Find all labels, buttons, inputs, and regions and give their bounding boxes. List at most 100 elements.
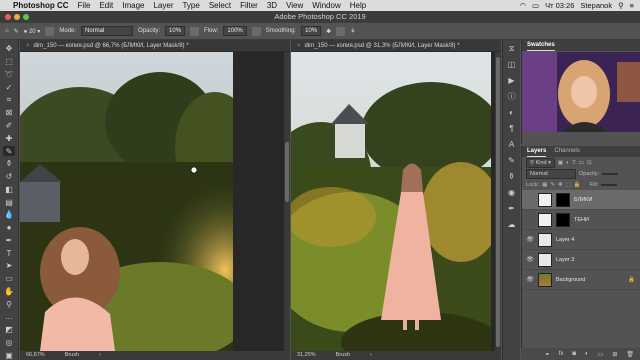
user-name[interactable]: Stepanok bbox=[580, 1, 612, 10]
menu-type[interactable]: Type bbox=[182, 1, 199, 10]
eyedropper-tool-icon[interactable]: ✐ bbox=[3, 121, 15, 131]
app-menu[interactable]: Photoshop CC bbox=[13, 1, 69, 10]
close-tab-icon[interactable]: × bbox=[297, 43, 301, 49]
right-vertical-scrollbar[interactable] bbox=[495, 52, 501, 351]
stamp-tool-icon[interactable]: ⚱ bbox=[3, 159, 15, 169]
menu-image[interactable]: Image bbox=[122, 1, 144, 10]
eye-icon[interactable]: 👁 bbox=[526, 236, 534, 243]
lock-all-icon[interactable]: 🔒 bbox=[574, 182, 581, 188]
right-zoom-level[interactable]: 31,25% bbox=[297, 351, 316, 360]
menu-filter[interactable]: Filter bbox=[240, 1, 258, 10]
lasso-tool-icon[interactable]: ➰ bbox=[3, 70, 15, 80]
screen-mode-icon[interactable]: ▣ bbox=[3, 350, 15, 360]
tab-layers[interactable]: Layers bbox=[527, 146, 547, 157]
adjustment-icon[interactable]: ◐ bbox=[585, 351, 589, 357]
quick-mask-icon[interactable]: ◎ bbox=[3, 338, 15, 348]
brushes-panel-icon[interactable]: ✎ bbox=[507, 156, 517, 166]
layer-row-layer-3[interactable]: 👁 Layer 3 bbox=[522, 250, 640, 270]
layer-opacity-input[interactable] bbox=[602, 172, 619, 175]
menu-window[interactable]: Window bbox=[312, 1, 340, 10]
color-swatches-icon[interactable]: ◩ bbox=[3, 325, 15, 335]
close-window-button[interactable] bbox=[5, 14, 11, 20]
zoom-tool-icon[interactable]: ⚲ bbox=[3, 299, 15, 309]
airbrush-icon[interactable] bbox=[251, 26, 261, 36]
symmetry-icon[interactable]: ⚘ bbox=[350, 28, 355, 35]
new-layer-icon[interactable]: ⊞ bbox=[612, 351, 617, 358]
brush-preset-picker[interactable]: ● 20 ▾ bbox=[24, 28, 41, 35]
properties-panel-icon[interactable]: ◫ bbox=[507, 60, 517, 70]
color-panel-icon[interactable]: ◉ bbox=[507, 188, 517, 198]
lock-move-icon[interactable]: ✥ bbox=[558, 182, 563, 188]
history-brush-tool-icon[interactable]: ↺ bbox=[3, 172, 15, 182]
layer-name[interactable]: Background bbox=[556, 277, 585, 283]
history-panel-icon[interactable]: ⧖ bbox=[507, 44, 517, 54]
lock-brush-icon[interactable]: ✎ bbox=[550, 182, 555, 188]
layer-name[interactable]: ТЕНИ bbox=[574, 217, 589, 223]
zoom-window-button[interactable] bbox=[23, 14, 29, 20]
left-scroll-thumb[interactable] bbox=[285, 142, 289, 202]
kind-filter-select[interactable]: ⚲ Kind ▾ bbox=[526, 157, 555, 168]
layer-row-bliki[interactable]: БЛИКИ bbox=[522, 190, 640, 210]
tab-channels[interactable]: Channels bbox=[554, 146, 579, 157]
menu-view[interactable]: View bbox=[286, 1, 303, 10]
pen-tool-icon[interactable]: ✒ bbox=[3, 236, 15, 246]
right-scroll-thumb[interactable] bbox=[496, 57, 500, 347]
minimize-window-button[interactable] bbox=[14, 14, 20, 20]
search-icon[interactable]: ⚲ bbox=[618, 1, 624, 10]
flow-input[interactable]: 100% bbox=[223, 26, 247, 36]
menu-list-icon[interactable]: ≡ bbox=[630, 1, 634, 10]
blur-tool-icon[interactable]: 💧 bbox=[3, 210, 15, 220]
clock[interactable]: Чт 03:26 bbox=[545, 1, 574, 10]
battery-icon[interactable]: ▭ bbox=[532, 1, 539, 10]
layer-thumbnail[interactable] bbox=[538, 192, 552, 207]
home-icon[interactable]: ⌂ bbox=[5, 28, 9, 34]
layer-name[interactable]: БЛИКИ bbox=[574, 197, 592, 203]
folder-icon[interactable]: ▭ bbox=[598, 351, 604, 358]
fx-icon[interactable]: fx bbox=[559, 351, 564, 357]
tab-swatches[interactable]: Swatches bbox=[527, 40, 555, 51]
gradient-tool-icon[interactable]: ▤ bbox=[3, 197, 15, 207]
path-select-tool-icon[interactable]: ➤ bbox=[3, 261, 15, 271]
brush-tool-button-icon[interactable]: ✎ bbox=[3, 146, 15, 156]
paragraph-panel-icon[interactable]: ¶ bbox=[507, 124, 517, 134]
filter-pixel-icon[interactable]: ▣ bbox=[558, 160, 563, 166]
menu-layer[interactable]: Layer bbox=[153, 1, 173, 10]
layer-thumbnail[interactable] bbox=[538, 232, 552, 247]
menu-3d[interactable]: 3D bbox=[267, 1, 277, 10]
adjustments-panel-icon[interactable]: ◐ bbox=[507, 108, 517, 118]
crop-tool-icon[interactable]: ⌗ bbox=[3, 95, 15, 105]
type-tool-icon[interactable]: T bbox=[3, 248, 15, 258]
filter-shape-icon[interactable]: ▭ bbox=[579, 160, 584, 166]
move-tool-icon[interactable]: ✥ bbox=[3, 44, 15, 54]
menu-select[interactable]: Select bbox=[209, 1, 231, 10]
document-right-canvas[interactable] bbox=[291, 52, 491, 351]
eye-icon[interactable]: 👁 bbox=[526, 276, 534, 283]
filter-type-icon[interactable]: T bbox=[572, 160, 575, 166]
filter-adjustment-icon[interactable]: ◐ bbox=[566, 160, 569, 166]
layer-name[interactable]: Layer 3 bbox=[556, 257, 574, 263]
layer-row-teni[interactable]: ТЕНИ bbox=[522, 210, 640, 230]
document-right-tab[interactable]: × dim_150 — копия.psd @ 31,3% (БЛИКИ, Lay… bbox=[291, 40, 501, 52]
layer-thumbnail[interactable] bbox=[538, 212, 552, 227]
left-status-arrow-icon[interactable]: › bbox=[99, 351, 101, 360]
info-panel-icon[interactable]: ⓘ bbox=[507, 92, 517, 102]
marquee-tool-icon[interactable]: ⬚ bbox=[3, 57, 15, 67]
hand-tool-icon[interactable]: ✋ bbox=[3, 287, 15, 297]
eye-icon[interactable]: 👁 bbox=[526, 256, 534, 263]
close-tab-icon[interactable]: × bbox=[26, 43, 30, 49]
character-panel-icon[interactable]: A bbox=[507, 140, 517, 150]
wifi-icon[interactable]: ◠ bbox=[519, 1, 526, 10]
brush-settings-icon[interactable] bbox=[45, 26, 55, 36]
document-left-tab[interactable]: × dim_150 — копия.psd @ 66,7% (БЛИКИ, Lay… bbox=[20, 40, 290, 52]
link-icon[interactable]: ⚭ bbox=[545, 351, 550, 358]
layer-mask-thumbnail[interactable] bbox=[556, 192, 570, 207]
trash-icon[interactable]: 🗑 bbox=[626, 351, 634, 358]
lock-artboard-icon[interactable]: ⬚ bbox=[566, 182, 571, 188]
frame-tool-icon[interactable]: ⊠ bbox=[3, 108, 15, 118]
menu-help[interactable]: Help bbox=[350, 1, 366, 10]
layer-mask-thumbnail[interactable] bbox=[556, 212, 570, 227]
libraries-panel-icon[interactable]: ☁ bbox=[507, 220, 517, 230]
left-zoom-level[interactable]: 66,67% bbox=[26, 351, 45, 360]
blend-mode-select[interactable]: Normal bbox=[526, 168, 576, 179]
filter-smart-icon[interactable]: ⊡ bbox=[587, 160, 592, 166]
